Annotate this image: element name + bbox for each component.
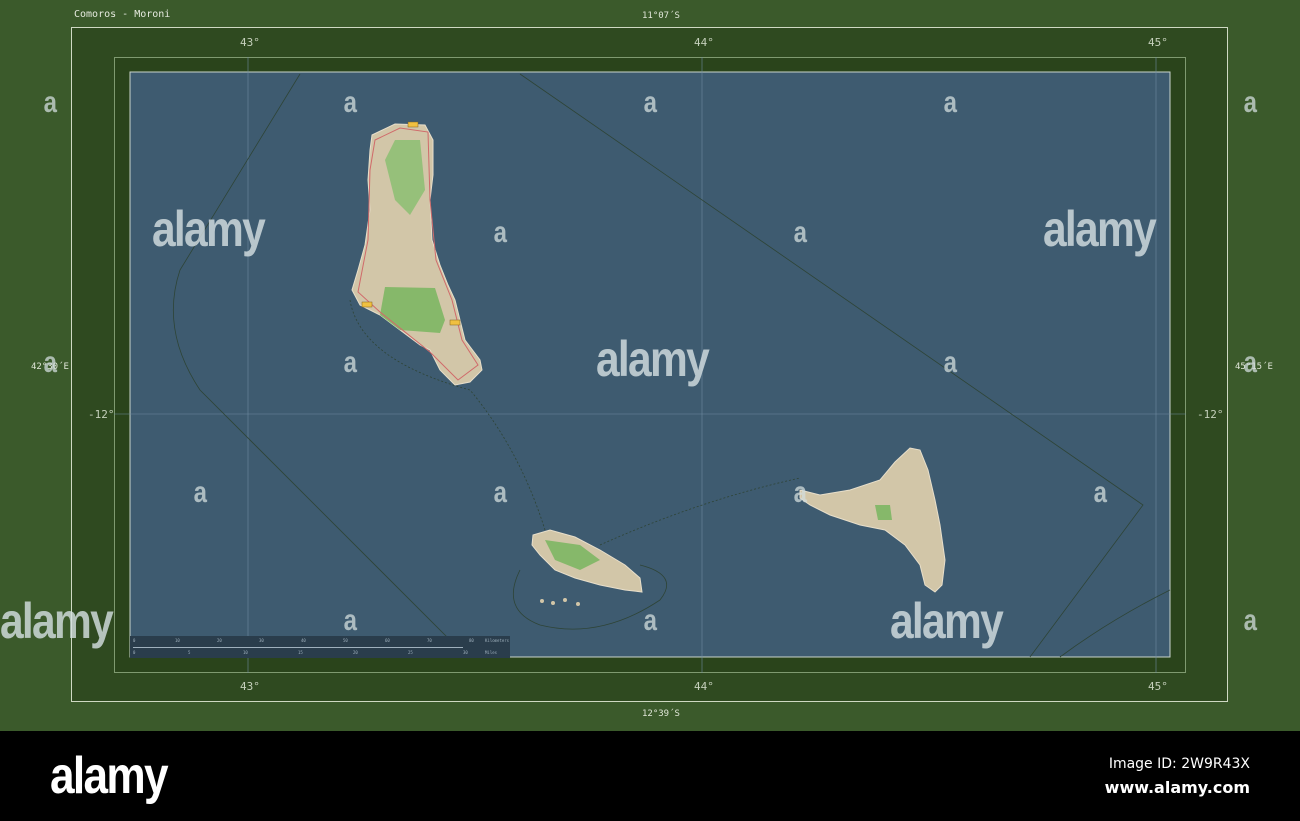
- watermark-letter: a: [493, 476, 508, 509]
- watermark-letter: a: [343, 604, 358, 637]
- scale-km-label: 60: [385, 638, 390, 643]
- watermark-letter: a: [193, 476, 208, 509]
- watermark-letter: a: [1243, 346, 1258, 379]
- scale-mi-label: 20: [353, 650, 358, 655]
- watermark-letter: a: [643, 604, 658, 637]
- watermark-word: alamy: [152, 201, 266, 257]
- scale-mi-label: 25: [408, 650, 413, 655]
- scale-km-label: 0: [133, 638, 136, 643]
- scale-km-label: 70: [427, 638, 432, 643]
- scale-km-label: 50: [343, 638, 348, 643]
- watermark-letter: a: [943, 346, 958, 379]
- scale-mi-label: 0: [133, 650, 136, 655]
- scale-km-label: 40: [301, 638, 306, 643]
- site-url: www.alamy.com: [1104, 778, 1250, 797]
- scale-mi-label: 30: [463, 650, 468, 655]
- scale-mi-label: 5: [188, 650, 191, 655]
- watermark-letter: a: [343, 346, 358, 379]
- scale-mi-label: 10: [243, 650, 248, 655]
- image-id: Image ID: 2W9R43X: [1108, 756, 1250, 772]
- watermark-word: alamy: [0, 593, 114, 649]
- watermark-letter: a: [793, 216, 808, 249]
- scale-mi-unit: Miles: [485, 650, 498, 655]
- watermark-letter: a: [1093, 476, 1108, 509]
- watermark-letter: a: [793, 476, 808, 509]
- scale-km-label: 30: [259, 638, 264, 643]
- scale-km-label: 20: [217, 638, 222, 643]
- watermark-word: alamy: [1043, 201, 1157, 257]
- watermark-letter: a: [1243, 86, 1258, 119]
- watermark-letter: a: [493, 216, 508, 249]
- scale-km-label: 10: [175, 638, 180, 643]
- scale-line: [133, 647, 463, 648]
- watermark-word: alamy: [890, 593, 1004, 649]
- scale-km-unit: Kilometers: [485, 638, 510, 643]
- scale-mi-label: 15: [298, 650, 303, 655]
- footer-bar: [0, 731, 1300, 821]
- watermark-letter: a: [43, 86, 58, 119]
- watermark-letter: a: [643, 86, 658, 119]
- alamy-logo: alamy: [50, 747, 169, 805]
- scale-km-label: 80: [469, 638, 474, 643]
- watermark-letter: a: [1243, 604, 1258, 637]
- watermark-letter: a: [43, 346, 58, 379]
- watermark-letter: a: [943, 86, 958, 119]
- map-canvas[interactable]: [0, 0, 1300, 821]
- watermark-letter: a: [343, 86, 358, 119]
- watermark-word: alamy: [596, 331, 710, 387]
